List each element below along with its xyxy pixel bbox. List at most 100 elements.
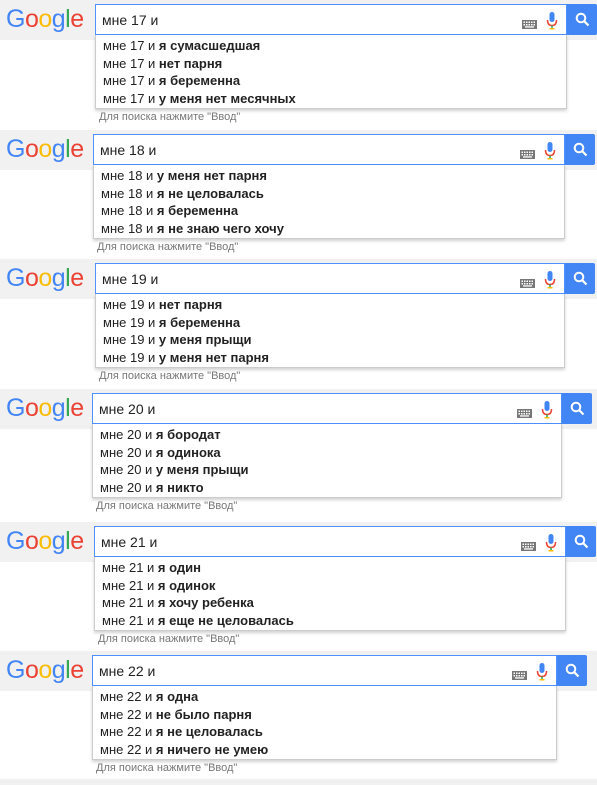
search-button[interactable] xyxy=(566,526,596,557)
suggestion-prefix: мне 21 и xyxy=(102,595,158,610)
suggestion-prefix: мне 19 и xyxy=(103,349,159,365)
suggestion-item[interactable]: мне 17 и я сумасшедшая xyxy=(96,37,566,55)
suggestion-item[interactable]: мне 19 и я беременна xyxy=(96,314,564,332)
google-logo[interactable]: Google xyxy=(6,393,84,423)
keyboard-icon[interactable] xyxy=(512,667,527,680)
logo-letter: g xyxy=(51,656,66,684)
logo-letter: o xyxy=(24,656,39,684)
google-logo[interactable]: Google xyxy=(6,263,84,293)
suggestion-item[interactable]: мне 22 и я одна xyxy=(93,688,556,706)
microphone-icon[interactable] xyxy=(544,270,556,290)
logo-letter: o xyxy=(38,394,52,422)
suggestion-item[interactable]: мне 18 и у меня нет парня xyxy=(94,167,564,185)
logo-letter: G xyxy=(6,656,25,684)
suggestion-item[interactable]: мне 17 и я беременна xyxy=(96,72,566,90)
suggestion-completion: я один xyxy=(157,560,201,575)
search-input[interactable]: мне 19 и xyxy=(95,263,565,294)
suggestion-item[interactable]: мне 22 и я ничего не умею xyxy=(93,741,556,759)
microphone-icon[interactable] xyxy=(541,400,553,420)
suggestion-prefix: мне 21 и xyxy=(102,560,158,575)
keyboard-icon[interactable] xyxy=(522,16,537,29)
microphone-icon[interactable] xyxy=(544,141,556,161)
suggestion-completion: я не целовалась xyxy=(155,724,263,739)
search-query-text: мне 20 и xyxy=(99,401,156,417)
suggestion-item[interactable]: мне 19 и у меня прыщи xyxy=(96,331,564,349)
logo-letter: e xyxy=(70,135,84,163)
microphone-icon[interactable] xyxy=(546,11,558,31)
search-button[interactable] xyxy=(567,4,597,35)
suggestion-item[interactable]: мне 20 и я одинока xyxy=(93,444,561,462)
search-panel: Google мне 18 и мне 18 и у меня нет парня м… xyxy=(0,130,597,260)
suggestion-completion: я хочу ребенка xyxy=(157,595,254,610)
enter-hint-text: Для поиска нажмите "Ввод" xyxy=(96,762,238,774)
suggestion-prefix: мне 21 и xyxy=(102,577,158,593)
suggestion-item[interactable]: мне 21 и я хочу ребенка xyxy=(95,594,565,612)
suggestion-prefix: мне 19 и xyxy=(103,332,159,347)
suggestion-prefix: мне 20 и xyxy=(100,444,156,460)
search-input[interactable]: мне 17 и xyxy=(95,4,567,35)
bottom-divider xyxy=(0,779,597,785)
suggestion-item[interactable]: мне 18 и я не знаю чего хочу xyxy=(94,220,564,238)
search-button[interactable] xyxy=(565,263,595,294)
suggestion-item[interactable]: мне 20 и я никто xyxy=(93,479,561,497)
suggestion-completion: нет парня xyxy=(158,297,223,312)
keyboard-icon[interactable] xyxy=(521,538,536,551)
suggestion-prefix: мне 20 и xyxy=(100,462,156,477)
suggestion-item[interactable]: мне 21 и я одинок xyxy=(95,577,565,595)
google-logo[interactable]: Google xyxy=(6,526,84,556)
suggestion-item[interactable]: мне 21 и я один xyxy=(95,559,565,577)
search-input[interactable]: мне 20 и xyxy=(92,393,562,424)
logo-letter: e xyxy=(70,527,84,555)
suggestions-dropdown: мне 17 и я сумасшедшая мне 17 и нет парня… xyxy=(95,35,567,109)
suggestion-item[interactable]: мне 17 и нет парня xyxy=(96,55,566,73)
logo-letter: o xyxy=(38,5,52,33)
suggestion-completion: я сумасшедшая xyxy=(158,38,261,53)
logo-letter: o xyxy=(24,394,39,422)
suggestion-prefix: мне 17 и xyxy=(103,55,159,71)
suggestion-item[interactable]: мне 21 и я еще не целовалась xyxy=(95,612,565,630)
search-button[interactable] xyxy=(562,393,592,424)
search-panel: Google мне 21 и мне 21 и я один мне 21 и я … xyxy=(0,522,597,652)
suggestion-completion: я ничего не умею xyxy=(155,741,269,757)
google-logo[interactable]: Google xyxy=(6,4,84,34)
keyboard-icon[interactable] xyxy=(520,146,535,159)
search-query-text: мне 22 и xyxy=(99,663,156,679)
search-panel: Google мне 22 и мне 22 и я одна мне 22 и не… xyxy=(0,651,597,781)
logo-letter: o xyxy=(38,135,52,163)
suggestion-item[interactable]: мне 20 и у меня прыщи xyxy=(93,461,561,479)
suggestion-prefix: мне 19 и xyxy=(103,314,159,330)
suggestion-item[interactable]: мне 18 и я беременна xyxy=(94,202,564,220)
microphone-icon[interactable] xyxy=(545,533,557,553)
logo-letter: G xyxy=(6,264,25,292)
search-button[interactable] xyxy=(565,134,595,165)
suggestion-prefix: мне 17 и xyxy=(103,90,159,106)
logo-letter: g xyxy=(51,5,66,33)
suggestion-item[interactable]: мне 18 и я не целовалась xyxy=(94,185,564,203)
search-input[interactable]: мне 18 и xyxy=(93,134,565,165)
suggestion-item[interactable]: мне 22 и не было парня xyxy=(93,706,556,724)
search-button[interactable] xyxy=(557,655,587,686)
suggestion-item[interactable]: мне 19 и нет парня xyxy=(96,296,564,314)
suggestion-item[interactable]: мне 22 и я не целовалась xyxy=(93,723,556,741)
suggestion-prefix: мне 20 и xyxy=(100,479,156,495)
keyboard-icon[interactable] xyxy=(520,275,535,288)
suggestion-item[interactable]: мне 19 и у меня нет парня xyxy=(96,349,564,367)
suggestion-completion: я еще не целовалась xyxy=(157,612,294,628)
suggestion-item[interactable]: мне 17 и у меня нет месячных xyxy=(96,90,566,108)
logo-letter: e xyxy=(70,264,84,292)
search-panel: Google мне 19 и мне 19 и нет парня мне 19 и… xyxy=(0,259,597,389)
google-logo[interactable]: Google xyxy=(6,134,84,164)
suggestion-prefix: мне 22 и xyxy=(100,741,156,757)
suggestion-item[interactable]: мне 20 и я бородат xyxy=(93,426,561,444)
microphone-icon[interactable] xyxy=(536,662,548,682)
search-header: Google мне 18 и xyxy=(0,130,597,170)
google-logo[interactable]: Google xyxy=(6,655,84,685)
search-input[interactable]: мне 22 и xyxy=(92,655,557,686)
suggestion-completion: я беременна xyxy=(156,203,239,218)
suggestion-prefix: мне 19 и xyxy=(103,297,159,312)
suggestion-prefix: мне 18 и xyxy=(101,185,157,201)
keyboard-icon[interactable] xyxy=(517,405,532,418)
suggestion-prefix: мне 22 и xyxy=(100,724,156,739)
suggestion-completion: у меня нет парня xyxy=(158,349,269,365)
search-input[interactable]: мне 21 и xyxy=(94,526,566,557)
